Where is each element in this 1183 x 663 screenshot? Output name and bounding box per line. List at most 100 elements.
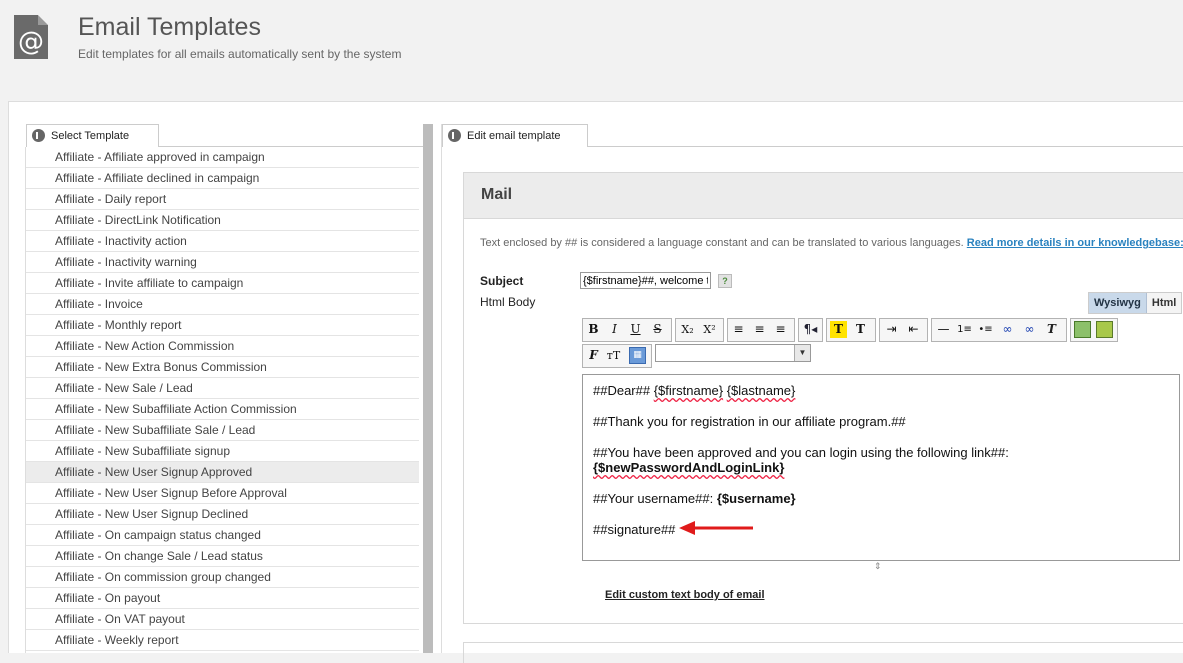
strikethrough-icon[interactable]: S <box>649 321 666 338</box>
html-body-label: Html Body <box>480 295 536 309</box>
align-left-icon[interactable]: ≡ <box>730 321 747 338</box>
username-variable: {$username} <box>716 491 796 506</box>
template-list-item[interactable]: Affiliate - New Extra Bonus Commission <box>26 357 419 378</box>
template-list-item[interactable]: Affiliate - Inactivity action <box>26 231 419 252</box>
tab-icon <box>32 128 45 142</box>
editor-mode-toggle: Wysiwyg Html <box>1088 292 1183 314</box>
template-list-item[interactable]: Affiliate - New Subaffiliate Action Comm… <box>26 399 419 420</box>
template-list-item[interactable]: Affiliate - Affiliate approved in campai… <box>26 147 419 168</box>
tab-label: Edit email template <box>467 130 561 142</box>
template-list-item[interactable]: Affiliate - Monthly report <box>26 315 419 336</box>
template-list-item[interactable]: Affiliate - Daily report <box>26 189 419 210</box>
image-toolbar <box>1070 318 1118 342</box>
editor-line: ##You have been approved and you can log… <box>593 445 1009 460</box>
next-panel <box>463 642 1183 663</box>
wysiwyg-mode-button[interactable]: Wysiwyg <box>1089 293 1147 313</box>
template-list-item[interactable]: Affiliate - On campaign status changed <box>26 525 419 546</box>
script-toolbar: X₂ X² <box>675 318 724 342</box>
editor-line: ##Thank you for registration in our affi… <box>593 414 906 429</box>
indent-toolbar: ⇥ ⇤ <box>879 318 928 342</box>
chevron-down-icon[interactable]: ▼ <box>794 345 810 361</box>
resize-handle-icon[interactable]: ⇕ <box>874 562 883 571</box>
template-list-item[interactable]: Affiliate - New Subaffiliate signup <box>26 441 419 462</box>
tab-icon <box>448 128 461 142</box>
text-highlight-icon[interactable]: T <box>830 321 847 338</box>
font-toolbar: F тT ▦ <box>582 344 652 368</box>
template-list-item[interactable]: Affiliate - Invoice <box>26 294 419 315</box>
paragraph-direction-icon[interactable]: ¶◂ <box>802 321 819 338</box>
image-options-icon[interactable] <box>1096 321 1113 338</box>
main-container: Select Template Affiliate - Affiliate ap… <box>8 101 1183 663</box>
page-header: @ Email Templates Edit templates for all… <box>0 0 1183 98</box>
template-list-item[interactable]: Affiliate - Inactivity warning <box>26 252 419 273</box>
login-link-variable: {$newPasswordAndLoginLink} <box>593 460 785 475</box>
list-scrollbar-thumb[interactable] <box>423 124 433 653</box>
page-title: Email Templates <box>78 13 261 41</box>
html-mode-button[interactable]: Html <box>1147 293 1181 313</box>
mail-panel: Mail Text enclosed by ## is considered a… <box>463 172 1183 624</box>
knowledgebase-link[interactable]: Read more details in our knowledgebase: <box>967 237 1183 249</box>
mail-section-title: Mail <box>481 186 513 203</box>
insert-image-icon[interactable] <box>1074 321 1091 338</box>
tab-select-template[interactable]: Select Template <box>26 124 159 147</box>
remove-format-icon[interactable]: T <box>1043 321 1060 338</box>
align-right-icon[interactable]: ≡ <box>772 321 789 338</box>
subject-label: Subject <box>480 274 524 288</box>
page-subtitle: Edit templates for all emails automatica… <box>78 47 402 61</box>
template-list-item[interactable]: Affiliate - New User Signup Declined <box>26 504 419 525</box>
font-family-icon[interactable]: F <box>585 347 602 364</box>
red-arrow-annotation <box>679 521 753 535</box>
horizontal-rule-icon[interactable]: — <box>935 321 952 338</box>
superscript-icon[interactable]: X² <box>701 321 718 338</box>
font-size-icon[interactable]: тT <box>605 347 622 364</box>
template-list-item[interactable]: Affiliate - On change Sale / Lead status <box>26 546 419 567</box>
underline-icon[interactable]: U <box>627 321 644 338</box>
style-select[interactable]: ▼ <box>655 344 811 362</box>
language-constant-info: Text enclosed by ## is considered a lang… <box>480 237 1183 249</box>
template-list-item[interactable]: Affiliate - Weekly report <box>26 630 419 651</box>
mail-section-header: Mail <box>464 173 1183 219</box>
template-list-item[interactable]: Affiliate - On commission group changed <box>26 567 419 588</box>
indent-icon[interactable]: ⇥ <box>883 321 900 338</box>
text-color-icon[interactable]: T <box>852 321 869 338</box>
subject-input[interactable] <box>580 272 711 289</box>
link-icon[interactable]: ∞ <box>999 321 1016 338</box>
ordered-list-icon[interactable]: 1≡ <box>956 321 973 338</box>
subscript-icon[interactable]: X₂ <box>679 321 696 338</box>
template-list-item[interactable]: Affiliate - On VAT payout <box>26 609 419 630</box>
template-list-item[interactable]: Affiliate - On payout <box>26 588 419 609</box>
insert-toolbar: — 1≡ •≡ ∞ ∞ T <box>931 318 1067 342</box>
direction-toolbar: ¶◂ <box>798 318 823 342</box>
insert-field-icon[interactable]: ▦ <box>629 347 646 364</box>
template-list-item[interactable]: Affiliate - New User Signup Approved <box>26 462 419 483</box>
unlink-icon[interactable]: ∞ <box>1021 321 1038 338</box>
template-list-item[interactable]: Affiliate - Affiliate declined in campai… <box>26 168 419 189</box>
lastname-variable: {$lastname} <box>726 383 796 398</box>
signature-line: ##signature## <box>593 522 676 537</box>
html-body-editor[interactable]: ##Dear## {$firstname} {$lastname} ##Than… <box>582 374 1180 561</box>
template-list-item[interactable]: Affiliate - New Sale / Lead <box>26 378 419 399</box>
template-list-item[interactable]: Affiliate - Invite affiliate to campaign <box>26 273 419 294</box>
template-list-item[interactable]: Affiliate - New User Signup Before Appro… <box>26 483 419 504</box>
edit-custom-text-link[interactable]: Edit custom text body of email <box>605 589 765 601</box>
color-toolbar: T T <box>826 318 876 342</box>
align-toolbar: ≡ ≡ ≡ <box>727 318 795 342</box>
help-icon[interactable]: ? <box>718 274 732 288</box>
align-center-icon[interactable]: ≡ <box>751 321 768 338</box>
tab-label: Select Template <box>51 130 130 142</box>
template-list-item[interactable]: Affiliate - DirectLink Notification <box>26 210 419 231</box>
italic-icon[interactable]: I <box>606 321 623 338</box>
format-toolbar: B I U S <box>582 318 672 342</box>
bold-icon[interactable]: B <box>585 321 602 338</box>
firstname-variable: {$firstname} <box>653 383 724 398</box>
template-list-item[interactable]: Affiliate - New Action Commission <box>26 336 419 357</box>
editor-line: ##Dear## {$firstname} {$lastname} <box>593 383 796 398</box>
info-text: Text enclosed by ## is considered a lang… <box>480 237 964 249</box>
template-list: Affiliate - Affiliate approved in campai… <box>26 147 419 651</box>
template-list-item[interactable]: Affiliate - New Subaffiliate Sale / Lead <box>26 420 419 441</box>
email-at-icon: @ <box>14 15 48 59</box>
editor-line: ##Your username##: {$username} <box>593 491 796 506</box>
tab-edit-email-template[interactable]: Edit email template <box>442 124 588 147</box>
outdent-icon[interactable]: ⇤ <box>905 321 922 338</box>
unordered-list-icon[interactable]: •≡ <box>977 321 994 338</box>
